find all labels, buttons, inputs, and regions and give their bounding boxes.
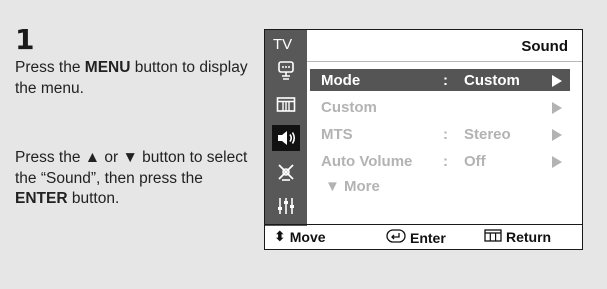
enter-hint: Enter [386,229,446,246]
move-label: Move [289,229,326,245]
return-hint: Return [484,229,551,245]
setup-icon[interactable] [272,159,300,185]
arrow-right-icon [552,155,562,172]
instruction-paragraph-2: Press the ▲ or ▼ button to select the “S… [15,148,255,210]
input-icon[interactable] [272,193,300,219]
menu-item-label: MTS [321,126,353,143]
arrow-right-icon [552,101,562,118]
menu-item-mts[interactable]: MTS : Stereo [307,123,582,145]
instruction-paragraph-1: Press the MENU button to display the men… [15,58,255,99]
menu-item-colon: : [443,126,448,143]
instruction-text: Press the [15,59,85,76]
menu-item-value: Custom [464,72,520,89]
enter-label: Enter [410,229,446,246]
menu-item-auto-volume[interactable]: Auto Volume : Off [307,150,582,172]
menu-grid-icon [484,229,502,245]
tv-osd-menu: TV Sound Mode: Custom Custom MTS: Ster… [264,29,583,250]
menu-item-mode[interactable]: Mode : Custom [310,69,570,91]
enter-icon [386,229,406,246]
source-label: TV [273,36,293,53]
instruction-text: Press the ▲ or ▼ button to select the “S… [15,149,248,187]
menu-item-value: Off [464,153,486,170]
step-number: 1 [15,23,35,56]
menu-item-label: Custom [321,99,377,116]
menu-item-custom[interactable]: Custom [307,96,582,118]
menu-item-label: Mode [321,72,361,89]
menu-item-colon: : [443,153,448,170]
osd-sidebar: TV [265,30,307,226]
up-down-icon: ⬍ [274,229,286,245]
osd-title: Sound [521,38,568,55]
menu-item-colon: : [443,72,448,89]
arrow-right-icon [552,128,562,145]
menu-button-name: MENU [84,59,131,76]
instruction-text: button. [67,190,120,207]
osd-footer: ⬍ Move Enter Return [265,224,582,249]
move-hint: ⬍ Move [274,229,326,245]
channel-icon[interactable] [272,92,300,118]
return-label: Return [506,229,552,245]
menu-item-value: Stereo [464,126,511,143]
menu-item-label: Auto Volume [321,153,413,170]
sound-icon[interactable] [272,125,300,151]
osd-header: Sound [307,30,582,62]
picture-icon[interactable] [272,58,300,84]
more-item[interactable]: ▼ More [325,178,380,195]
arrow-right-icon [552,74,562,91]
enter-button-name: ENTER [15,190,68,207]
